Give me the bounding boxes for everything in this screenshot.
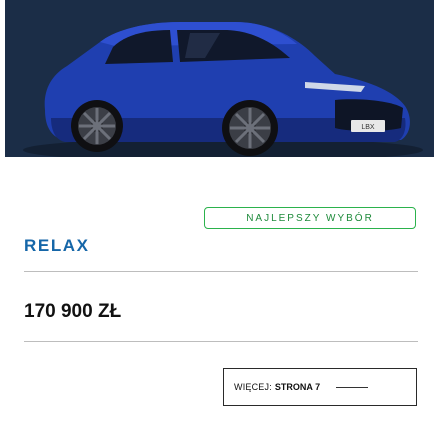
divider <box>24 341 418 342</box>
more-page-button[interactable]: WIĘCEJ: STRONA 7 <box>223 368 417 406</box>
price: 170 900 ZŁ <box>24 301 122 322</box>
divider <box>24 271 418 272</box>
car-image: LBX <box>23 22 423 157</box>
arrow-line-icon <box>336 386 369 388</box>
svg-text:LBX: LBX <box>361 124 375 131</box>
trim-name: RELAX <box>24 236 90 255</box>
car-hero: LBX <box>5 0 434 157</box>
best-choice-badge: NAJLEPSZY WYBÓR <box>204 207 416 229</box>
more-label: WIĘCEJ: <box>234 382 272 392</box>
more-page-label: STRONA 7 <box>274 382 321 392</box>
